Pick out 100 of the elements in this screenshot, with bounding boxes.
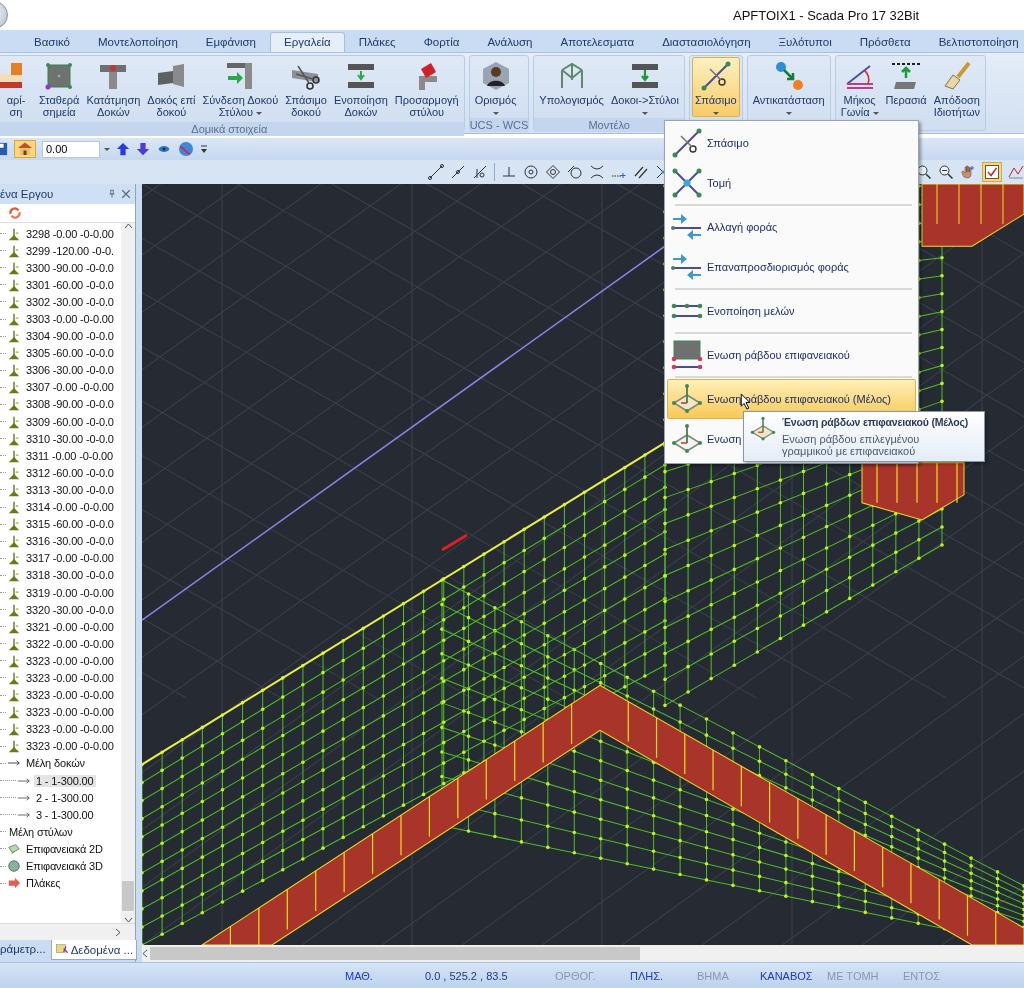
ribbon-button[interactable]: Σταθερά σημεία xyxy=(36,57,83,121)
ribbon-button[interactable]: Ενοποίηση Δοκών xyxy=(331,57,391,121)
up-arrow-icon[interactable] xyxy=(116,141,130,157)
level-field[interactable]: 0.00 xyxy=(42,140,100,158)
down-arrow-icon[interactable] xyxy=(136,141,150,157)
tree-item[interactable]: 3308 -90.00 -0-0.0 xyxy=(24,398,116,411)
circle-center-icon[interactable] xyxy=(522,164,539,180)
status-toggle[interactable]: ΠΛΗΣ. xyxy=(630,969,697,982)
ribbon-tab[interactable]: Βασικό xyxy=(20,32,84,52)
menu-item[interactable]: Αλλαγή φοράς xyxy=(667,207,916,247)
tree-item[interactable]: 3302 -30.00 -0-0.0 xyxy=(24,295,116,308)
scroll-left-icon[interactable] xyxy=(142,949,148,958)
tree-item[interactable]: 3318 -30.00 -0-0.0 xyxy=(24,569,116,582)
tree-item[interactable]: 3306 -30.00 -0-0.0 xyxy=(24,364,116,377)
intersection-icon[interactable] xyxy=(588,164,605,180)
ribbon-tab[interactable]: Ανάλυση xyxy=(473,32,547,52)
tree-item[interactable]: 3323 -0.00 -0-0.00 xyxy=(24,672,116,684)
graph-icon[interactable] xyxy=(1008,164,1024,180)
tree-item[interactable]: 3311 -0.00 -0-0.00 xyxy=(24,449,115,462)
menu-item[interactable]: Ενωση ράβδου επιφανειακού xyxy=(667,335,916,375)
tree-item[interactable]: 3309 -60.00 -0-0.0 xyxy=(24,415,116,428)
tree-item[interactable]: 3303 -0.00 -0-0.00 xyxy=(24,313,116,325)
ribbon-tab[interactable]: Μοντελοποίηση xyxy=(84,32,192,52)
tree-item[interactable]: 3323 -0.00 -0-0.00 xyxy=(24,654,116,667)
customize-caret-icon[interactable] xyxy=(200,144,208,154)
grid-check-button[interactable] xyxy=(982,162,1002,182)
tree-item[interactable]: 3307 -0.00 -0-0.00 xyxy=(24,381,116,394)
tree-item[interactable]: 3319 -0.00 -0-0.00 xyxy=(24,586,116,599)
ribbon-button[interactable]: Σπάσιμο δοκού xyxy=(282,57,330,121)
tree-item[interactable]: 3323 -0.00 -0-0.00 xyxy=(24,740,116,753)
ribbon-button[interactable]: Σύνδεση Δοκού Στύλου xyxy=(199,57,282,121)
menu-item[interactable]: Ενοποίηση μελών xyxy=(667,291,916,331)
ribbon-button[interactable]: Περασιά xyxy=(882,57,930,121)
tree-item[interactable]: 3310 -30.00 -0-0.0 xyxy=(24,432,116,445)
tree-item[interactable]: 3317 -0.00 -0-0.00 xyxy=(24,552,116,565)
close-icon[interactable] xyxy=(121,189,131,199)
tree-item[interactable]: Επιφανειακά 2D xyxy=(24,842,105,855)
tree-item[interactable]: 3305 -60.00 -0-0.0 xyxy=(24,347,116,360)
scroll-right-icon[interactable] xyxy=(115,927,121,937)
ribbon-tab[interactable]: Αποτελεσματα xyxy=(546,32,649,52)
tree-item[interactable]: 3300 -90.00 -0-0.0 xyxy=(24,261,116,274)
panel-tab[interactable]: Δεδομένα ... xyxy=(50,940,138,960)
tree-item[interactable]: 3323 -0.00 -0-0.00 xyxy=(24,723,116,736)
tree-item[interactable]: 3298 -0.00 -0-0.00 xyxy=(24,227,116,240)
status-toggle[interactable]: ΚΑΝΑΒΟΣ xyxy=(760,969,827,982)
tree-item[interactable]: 3301 -60.00 -0-0.0 xyxy=(24,278,116,291)
menu-item[interactable]: Επαναπροσδιορισμός φοράς xyxy=(667,247,916,287)
pin-icon[interactable] xyxy=(107,189,117,199)
tree-item[interactable]: 3320 -30.00 -0-0.0 xyxy=(24,603,116,616)
tree-item[interactable]: 3321 -0.00 -0-0.00 xyxy=(24,620,116,633)
ribbon-button[interactable]: Δοκοι->Στύλοι xyxy=(607,57,682,117)
scroll-thumb[interactable] xyxy=(122,881,134,911)
tree-item[interactable]: Επιφανειακά 3D xyxy=(24,860,105,872)
eye-icon[interactable] xyxy=(156,143,172,155)
tree-item[interactable]: 3316 -30.00 -0-0.0 xyxy=(24,535,116,548)
ribbon-button[interactable]: Δοκός επί δοκού xyxy=(144,57,199,121)
ribbon-tab[interactable]: Ξυλότυποι xyxy=(764,32,846,52)
ribbon-tab[interactable]: Εμφάνιση xyxy=(191,32,270,52)
ribbon-tab[interactable]: Πρόσθετα xyxy=(845,32,925,52)
perpendicular-icon[interactable] xyxy=(500,164,517,180)
ribbon-button[interactable]: Προσαρμογή στύλου xyxy=(391,57,462,121)
diamond-icon[interactable] xyxy=(544,164,561,180)
midpoint-line-icon[interactable] xyxy=(450,164,466,180)
ribbon-button[interactable]: Αντικατάσταση xyxy=(749,57,828,117)
tangent-arc-icon[interactable] xyxy=(566,164,583,180)
parallel-lines-icon[interactable] xyxy=(632,164,649,180)
node-line-icon[interactable] xyxy=(472,164,488,180)
ribbon-tab[interactable]: Εργαλεία xyxy=(270,32,345,52)
tree-item[interactable]: 3323 -0.00 -0-0.00 xyxy=(24,689,116,702)
ribbon-button[interactable]: Σπάσιμο xyxy=(691,57,740,117)
ribbon-tab[interactable]: Πλάκες xyxy=(344,32,410,52)
ribbon-button[interactable]: αρί- ση xyxy=(0,57,35,121)
tree-item[interactable]: 3312 -60.00 -0-0.0 xyxy=(24,466,116,479)
zoom-in-icon[interactable] xyxy=(916,164,932,180)
panel-tab[interactable]: ράμετρ... xyxy=(0,940,49,958)
tree-item[interactable]: 3299 -120.00 -0-0. xyxy=(24,244,116,257)
ribbon-tab[interactable]: Διαστασιολόγηση xyxy=(648,32,765,52)
hand-icon[interactable] xyxy=(960,164,976,180)
ribbon-tab[interactable]: Φορτία xyxy=(409,32,474,52)
tree-item[interactable]: 3313 -30.00 -0-0.0 xyxy=(24,483,116,496)
tree-item[interactable]: 3323 -0.00 -0-0.00 xyxy=(24,706,116,719)
ribbon-tab[interactable]: Βελτιστοποίηση xyxy=(924,32,1024,52)
zoom-out-icon[interactable] xyxy=(938,164,954,180)
ribbon-button[interactable]: Ορισμός xyxy=(471,57,520,117)
tree-item[interactable]: Πλάκες xyxy=(24,877,63,890)
tree-item[interactable]: Μέλη στύλων xyxy=(7,825,75,838)
scroll-up-icon[interactable] xyxy=(123,223,133,229)
tree-item[interactable]: Μέλη δοκών xyxy=(24,757,87,770)
scroll-down-icon[interactable] xyxy=(123,917,133,923)
refresh-icon[interactable] xyxy=(8,206,22,220)
globe-icon[interactable] xyxy=(178,141,194,157)
status-toggle[interactable]: ΜΑΘ. xyxy=(345,969,425,982)
tree-item[interactable]: 2 - 1-300.00 xyxy=(34,791,96,804)
tree-item[interactable]: 3315 -60.00 -0-0.0 xyxy=(24,518,116,531)
ribbon-button[interactable]: Υπολογισμός xyxy=(536,57,607,117)
endpoint-line-icon[interactable] xyxy=(428,164,444,180)
tree-item[interactable]: 3314 -0.00 -0-0.00 xyxy=(24,501,116,514)
house-view-button[interactable] xyxy=(14,140,36,158)
scroll-thumb[interactable] xyxy=(150,947,640,960)
tree-item[interactable]: 3304 -90.00 -0-0.0 xyxy=(24,330,116,343)
